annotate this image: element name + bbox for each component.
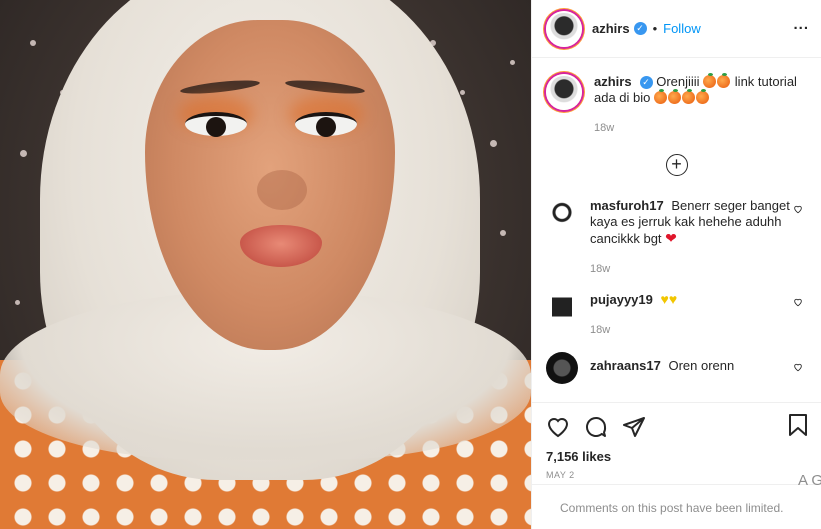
share-icon[interactable] [622,415,646,439]
heart-icon[interactable] [546,415,570,439]
verified-icon: ✓ [639,76,653,90]
post-header: azhirs ✓ • Follow ... [532,0,821,58]
comment-icon[interactable] [584,415,608,439]
likes-count[interactable]: 7,156 likes [546,449,807,464]
comments-list[interactable]: azhirs ✓ Orenjiiii link tutorial ada di b… [532,58,821,402]
comment-item: masfuroh17 Benerr seger banget kaya es j… [546,198,807,277]
orange-emoji-icon [703,73,717,88]
comments-limited-notice: Comments on this post have been limited. [532,484,821,529]
left-brow [179,77,261,97]
comment-username[interactable]: masfuroh17 [590,198,664,213]
comment-time: 18w [590,263,611,275]
commenter-avatar[interactable] [546,198,578,230]
load-more-icon[interactable]: + [665,154,688,176]
left-eye [185,112,247,137]
verified-icon: ✓ [633,22,647,35]
orange-emoji-icon [682,89,696,104]
comment-emoji: ♥♥ [660,291,678,307]
orange-emoji-icon [654,89,668,104]
clipped-overlay-text: A G [797,472,821,489]
caption: azhirs ✓ Orenjiiii link tutorial ada di b… [546,73,807,136]
comment-time: 18w [590,324,611,336]
comment-username[interactable]: pujayyy19 [590,292,653,307]
commenter-avatar[interactable] [546,352,578,384]
caption-username[interactable]: azhirs [594,74,632,89]
follow-button[interactable]: Follow [663,21,701,36]
like-comment-heart-icon[interactable] [793,362,803,372]
orange-emoji-icon [717,73,731,88]
bookmark-icon[interactable] [787,413,809,437]
like-comment-heart-icon[interactable] [793,204,803,214]
post-actions: 7,156 likes MAY 2 [532,402,821,482]
commenter-avatar[interactable] [552,291,572,323]
post-photo[interactable] [0,0,531,529]
orange-emoji-icon [668,89,682,104]
right-eye [295,112,357,137]
post-sidebar: azhirs ✓ • Follow ... azhirs ✓ Orenjiiii … [531,0,821,529]
like-comment-heart-icon[interactable] [793,297,803,307]
comment-emoji: ❤ [665,230,677,246]
comment-item: zahraans17 Oren orenn [546,352,807,384]
comment-item: pujayyy19 ♥♥ 18w [546,291,807,338]
lips [240,225,322,267]
caption-avatar[interactable] [546,74,582,110]
instagram-post: azhirs ✓ • Follow ... azhirs ✓ Orenjiiii … [0,0,821,529]
comment-text: Oren orenn [668,358,735,373]
caption-text-part1: Orenjiiii [656,74,700,89]
post-date[interactable]: MAY 2 [546,470,807,480]
caption-time: 18w [594,122,615,134]
owner-avatar[interactable] [546,10,582,47]
nose [257,170,307,210]
orange-emoji-icon [696,89,710,104]
owner-username[interactable]: azhirs [592,21,630,36]
header-separator: • [652,21,658,36]
comment-username[interactable]: zahraans17 [590,358,661,373]
right-brow [284,77,366,97]
more-icon[interactable]: ... [793,16,809,33]
